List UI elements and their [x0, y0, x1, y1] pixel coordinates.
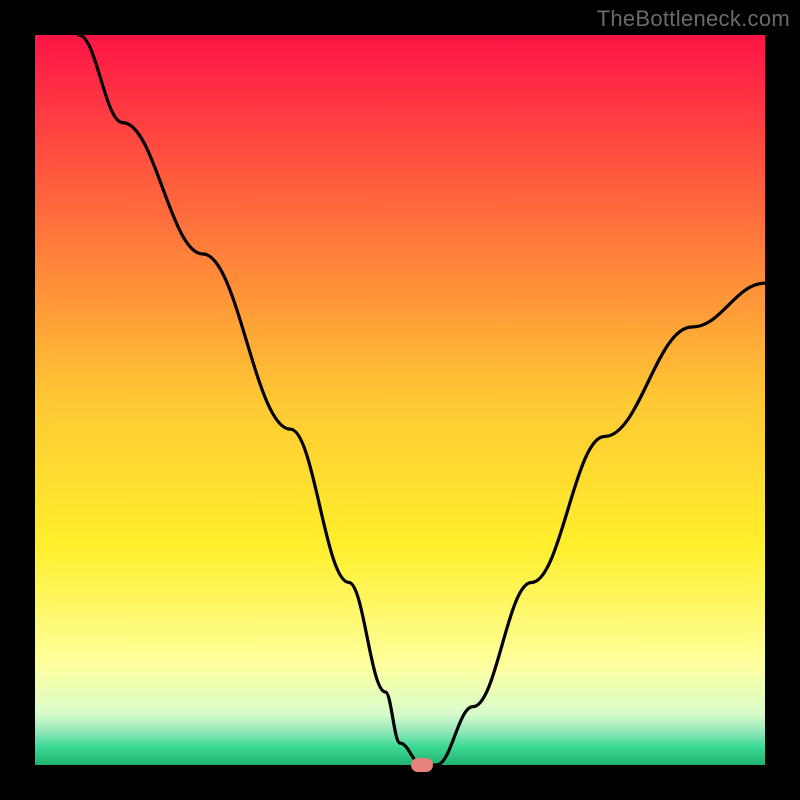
optimal-point-marker: [411, 758, 433, 772]
chart-canvas: [0, 0, 800, 800]
watermark-text: TheBottleneck.com: [597, 6, 790, 32]
bottleneck-chart: TheBottleneck.com: [0, 0, 800, 800]
